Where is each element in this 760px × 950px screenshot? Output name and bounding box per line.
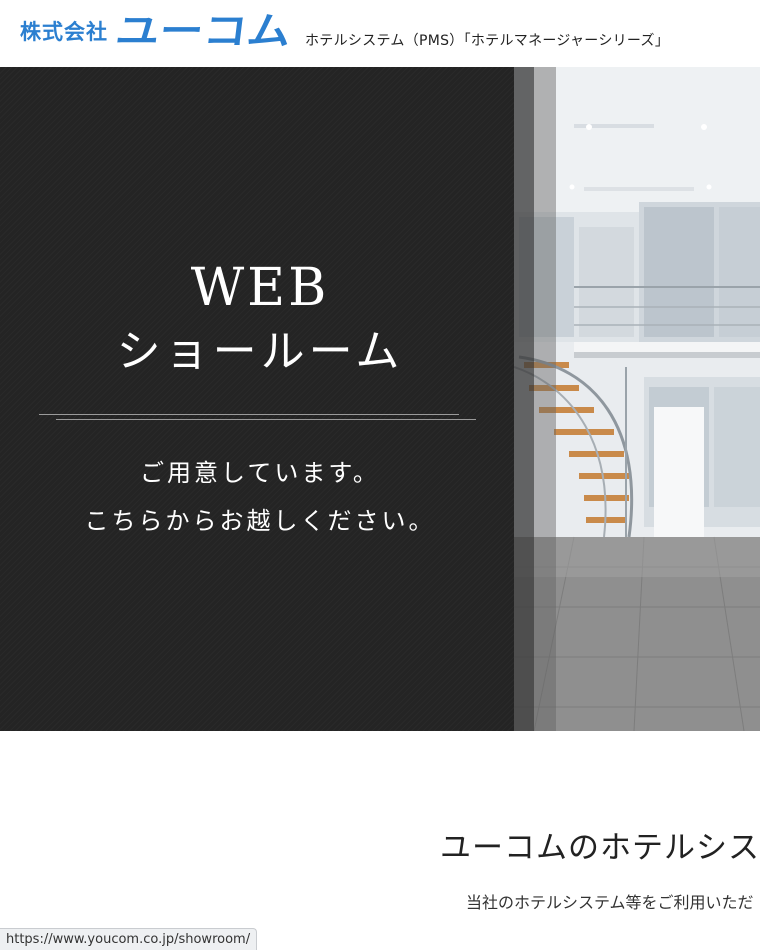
header-tagline: ホテルシステム（PMS）「ホテルマネージャーシリーズ」 bbox=[305, 33, 670, 49]
hero-gradient-band bbox=[534, 67, 556, 731]
logo-kaisha-text: 株式会社 bbox=[20, 20, 108, 44]
hero-gradient-band bbox=[514, 67, 534, 731]
hero-subtitle-line2: こちらからお越しください。 bbox=[84, 507, 436, 535]
browser-status-url: https://www.youcom.co.jp/showroom/ bbox=[0, 928, 258, 950]
hero-title-line1: WEB bbox=[190, 258, 330, 318]
hero-dark-panel bbox=[0, 67, 514, 731]
logo-brand-name: ユーコム bbox=[113, 9, 294, 53]
section-heading: ユーコムのホテルシステ bbox=[440, 830, 760, 866]
section-text: 当社のホテルシステム等をご利用いただ bbox=[466, 893, 754, 912]
site-header: 株式会社 ユーコム ホテルシステム（PMS）「ホテルマネージャーシリーズ」 bbox=[0, 0, 760, 67]
company-logo[interactable]: 株式会社 ユーコム bbox=[20, 9, 293, 53]
hero-title-line2: ショールーム bbox=[116, 326, 404, 377]
hero-subtitle: ご用意しています。 こちらからお越しください。 bbox=[40, 449, 480, 545]
hero-banner[interactable]: WEB ショールーム ご用意しています。 こちらからお越しください。 bbox=[0, 67, 760, 731]
hero-subtitle-line1: ご用意しています。 bbox=[140, 459, 380, 487]
hero-divider bbox=[39, 414, 459, 415]
hero-title: WEB ショールーム bbox=[40, 257, 480, 381]
hero-divider bbox=[56, 419, 476, 420]
